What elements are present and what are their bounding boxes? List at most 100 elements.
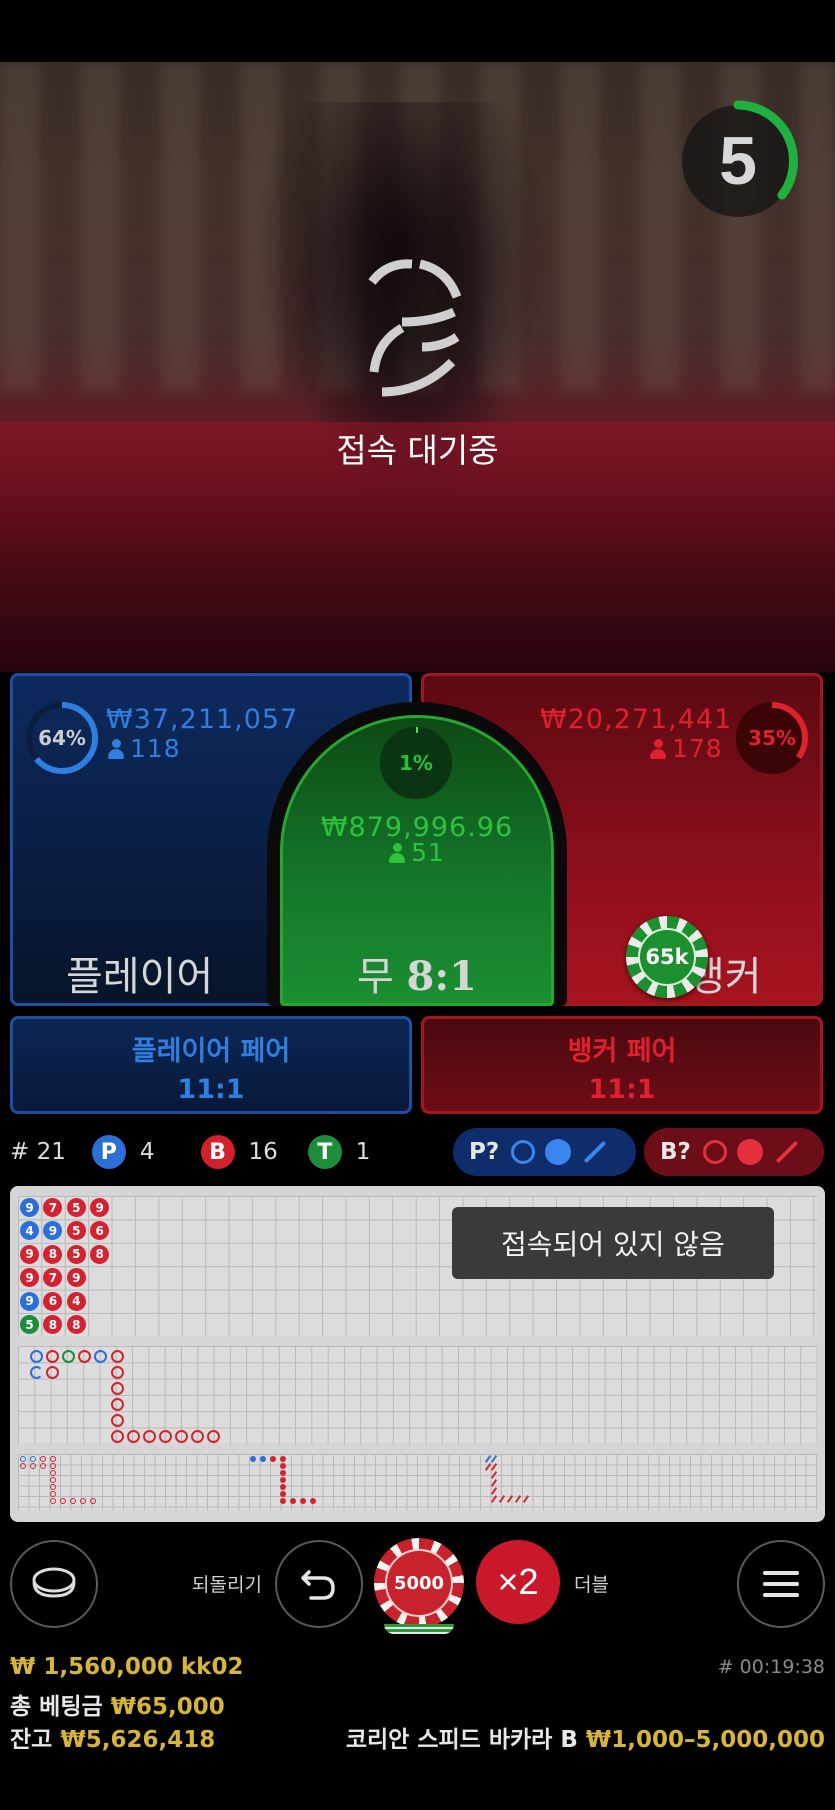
banker-badge-icon: B [200, 1135, 235, 1169]
person-icon [389, 843, 406, 863]
big-road-mark [191, 1430, 204, 1443]
undo-arrow-icon [301, 1570, 335, 1600]
big-eye-road-mark [50, 1456, 56, 1462]
bead-road-result: 9 [43, 1221, 63, 1241]
undo-label: 되돌리기 [192, 1574, 262, 1596]
banker-placed-chip[interactable]: 65k [626, 916, 708, 998]
big-eye-road-mark [80, 1498, 86, 1504]
player-predict-label: P? [469, 1139, 500, 1165]
bead-road-result: 4 [20, 1221, 39, 1241]
tie-percent: 1% [399, 751, 433, 775]
bead-road-result: 5 [66, 1198, 86, 1217]
big-eye-road-mark [50, 1470, 56, 1476]
red-dot-icon [736, 1139, 763, 1165]
cockroach-road-mark [514, 1495, 522, 1503]
big-eye-road-mark [50, 1498, 56, 1504]
big-road-mark [30, 1366, 43, 1379]
small-road-mark [280, 1498, 286, 1504]
cockroach-road-mark [490, 1495, 498, 1503]
small-road-mark [290, 1498, 296, 1504]
blue-dot-icon [545, 1139, 572, 1165]
red-slash-icon [775, 1140, 799, 1164]
last-win-info: ₩ 1,560,000 kk02 [10, 1654, 244, 1680]
menu-button[interactable] [737, 1540, 825, 1628]
tie-bettor-number: 51 [411, 838, 445, 867]
player-win-stat: P4 [91, 1135, 155, 1169]
total-bet-value: ₩65,000 [110, 1694, 225, 1720]
tie-label-text: 무 [357, 954, 394, 1000]
bead-road-result: 6 [43, 1291, 63, 1311]
big-road-mark [46, 1366, 59, 1379]
bead-road-result: 7 [43, 1268, 63, 1288]
derived-roads [18, 1454, 817, 1510]
player-pair-bet-area[interactable]: 플레이어 페어 11:1 [10, 1016, 412, 1114]
bead-road-result: 8 [43, 1315, 63, 1334]
cockroach-road-mark [506, 1495, 514, 1503]
player-predict-button[interactable]: P? [453, 1128, 636, 1176]
game-round-id: # 00:19:38 [717, 1656, 825, 1678]
double-button[interactable]: ×2 [476, 1540, 560, 1624]
bead-road-result: 7 [43, 1198, 63, 1217]
countdown-timer: 5 [672, 95, 804, 227]
bead-road-result: 5 [66, 1244, 86, 1264]
placed-chip-value: 65k [638, 928, 696, 986]
bead-road-result: 5 [66, 1221, 86, 1241]
banker-percent: 35% [748, 726, 796, 750]
player-pair-odds: 11:1 [177, 1074, 245, 1105]
cockroach-road-mark [490, 1455, 498, 1463]
total-bet-label: 총 베팅금 [10, 1694, 103, 1720]
banker-pair-bet-area[interactable]: 뱅커 페어 11:1 [421, 1016, 823, 1114]
tie-win-stat: T1 [307, 1135, 370, 1169]
big-eye-road-mark [50, 1484, 56, 1490]
banker-pair-odds: 11:1 [588, 1074, 656, 1105]
player-percent-ring: 64% [24, 700, 100, 776]
double-label: 더블 [574, 1574, 609, 1596]
bead-road-result: 6 [90, 1221, 110, 1241]
chip-disk: 5000 [374, 1538, 464, 1628]
big-eye-road-mark [40, 1463, 46, 1469]
cockroach-road-mark [490, 1463, 498, 1471]
big-eye-road-mark [50, 1477, 56, 1483]
big-eye-road-mark [30, 1463, 36, 1469]
small-road-mark [280, 1491, 286, 1497]
cockroach-road-mark [490, 1487, 498, 1495]
tie-bet-label: 무 8:1 [280, 944, 554, 1002]
big-eye-road-mark [50, 1491, 56, 1497]
person-icon [650, 739, 666, 759]
big-road-mark [94, 1350, 107, 1363]
big-road-mark [207, 1430, 220, 1443]
roadmap-board[interactable]: 949995798768555948968 접속되어 있지 않음 [10, 1186, 825, 1522]
big-road-mark [111, 1350, 124, 1363]
player-percent: 64% [38, 726, 86, 750]
table-view-button[interactable] [10, 1540, 98, 1628]
balance-value: ₩5,626,418 [60, 1727, 216, 1753]
player-bet-amount: ₩37,211,057 [106, 704, 299, 735]
selected-chip[interactable]: 5000 [374, 1538, 464, 1636]
big-eye-road-mark [70, 1498, 76, 1504]
connection-status-text: 접속 대기중 [336, 431, 499, 470]
bead-road-result: 9 [20, 1198, 39, 1217]
bead-road-result: 9 [20, 1291, 39, 1311]
player-badge-icon: P [91, 1135, 126, 1169]
big-eye-road-mark [60, 1498, 66, 1504]
table-info: 코리안 스피드 바카라 B ₩1,000–5,000,000 [346, 1720, 825, 1754]
tie-percent-ring: 1% [378, 725, 454, 801]
small-road-mark [310, 1498, 316, 1504]
banker-bettor-count: 178 [650, 734, 723, 763]
tie-badge-icon: T [307, 1135, 342, 1169]
big-eye-road-mark [20, 1463, 26, 1469]
tie-odds: 8:1 [406, 953, 477, 1000]
banker-pair-label: 뱅커 페어 [567, 1036, 677, 1067]
big-road-mark [78, 1350, 91, 1363]
big-eye-road-mark [50, 1463, 56, 1469]
bead-road-result: 8 [90, 1244, 110, 1264]
banker-predict-label: B? [660, 1139, 691, 1165]
bead-road-result: 8 [66, 1315, 86, 1334]
table-name: 코리안 스피드 바카라 B [345, 1727, 578, 1753]
big-road [18, 1346, 817, 1444]
banker-predict-button[interactable]: B? [644, 1128, 824, 1176]
banker-bet-amount: ₩20,271,441 [540, 704, 733, 735]
big-road-mark [30, 1350, 43, 1363]
undo-button[interactable] [275, 1540, 363, 1628]
big-eye-road-mark [30, 1456, 36, 1462]
